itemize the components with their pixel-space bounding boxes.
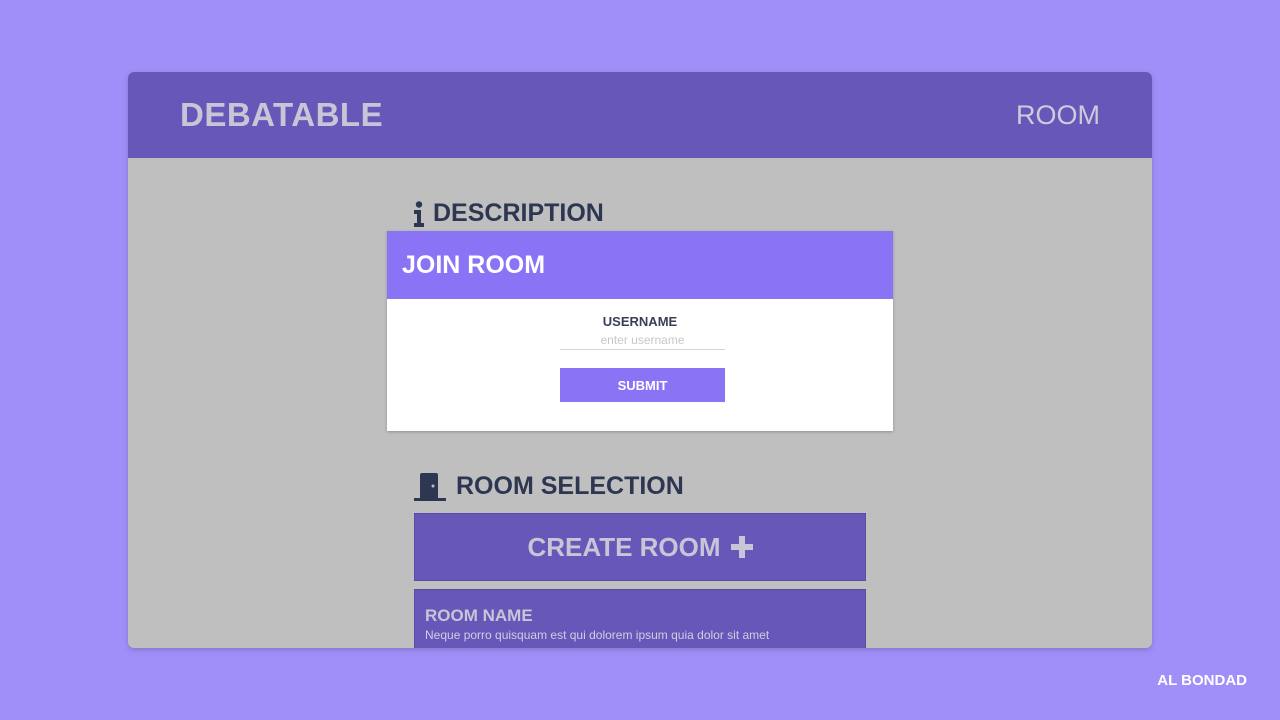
plus-icon	[730, 536, 753, 558]
brand-logo[interactable]: DEBATABLE	[180, 96, 383, 134]
info-icon	[414, 200, 424, 227]
username-input[interactable]	[560, 331, 725, 350]
join-room-title: JOIN ROOM	[402, 250, 546, 279]
join-room-card: JOIN ROOM USERNAME SUBMIT	[387, 231, 893, 431]
room-name: ROOM NAME	[425, 606, 533, 625]
submit-button[interactable]: SUBMIT	[560, 368, 725, 402]
create-room-label: CREATE ROOM	[527, 531, 721, 562]
description-heading-text: DESCRIPTION	[433, 199, 604, 227]
create-room-button[interactable]: CREATE ROOM	[414, 513, 866, 581]
door-icon	[414, 472, 446, 501]
nav-room-link[interactable]: ROOM	[1016, 100, 1100, 131]
room-selection-heading: ROOM SELECTION	[414, 472, 684, 501]
join-room-header: JOIN ROOM	[387, 231, 893, 299]
watermark: AL BONDAD	[1157, 672, 1247, 689]
app-window: DEBATABLE ROOM DESCRIPTION JOIN ROOM USE…	[128, 72, 1152, 648]
app-header: DEBATABLE ROOM	[128, 72, 1152, 158]
room-list-item[interactable]: ROOM NAME Neque porro quisquam est qui d…	[414, 589, 866, 648]
username-label: USERNAME	[602, 314, 678, 329]
description-heading: DESCRIPTION	[413, 199, 604, 228]
room-selection-heading-text: ROOM SELECTION	[456, 472, 684, 500]
room-description: Neque porro quisquam est qui dolorem ips…	[425, 628, 770, 642]
